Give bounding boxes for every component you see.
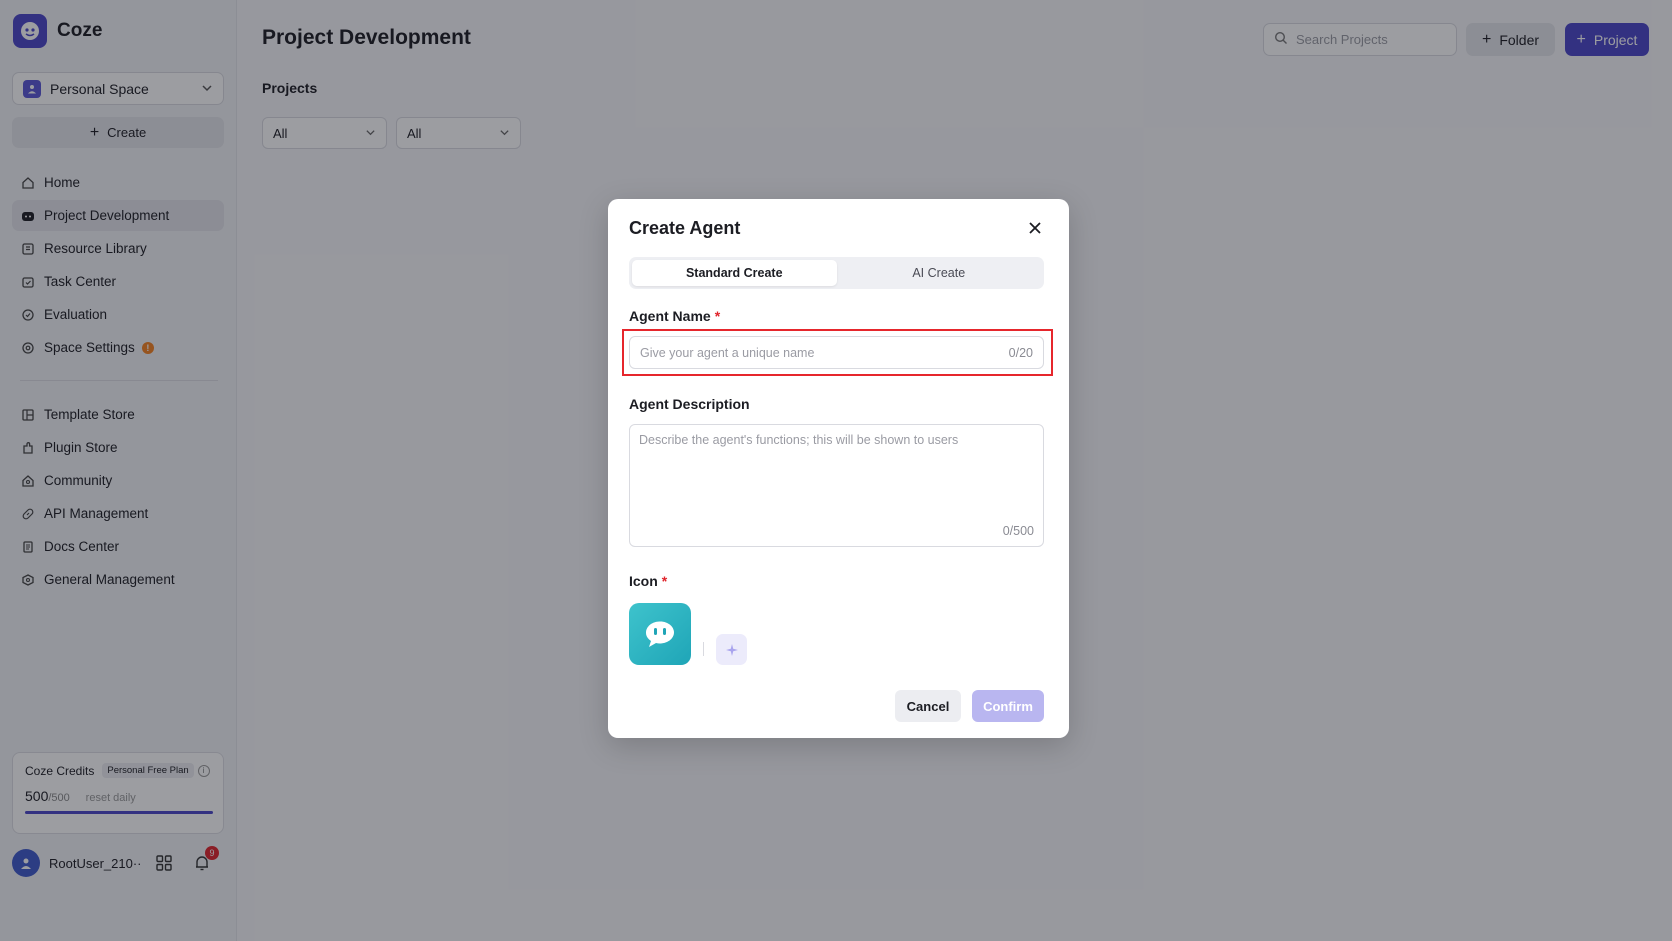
agent-description-input[interactable] bbox=[639, 433, 1034, 513]
agent-name-field[interactable]: 0/20 bbox=[629, 336, 1044, 369]
agent-description-label: Agent Description bbox=[629, 396, 750, 412]
icon-separator bbox=[703, 642, 704, 656]
agent-description-field[interactable]: 0/500 bbox=[629, 424, 1044, 547]
agent-name-label-text: Agent Name bbox=[629, 308, 711, 324]
create-mode-tabs: Standard Create AI Create bbox=[629, 257, 1044, 289]
agent-name-input[interactable] bbox=[640, 345, 1009, 360]
required-mark: * bbox=[661, 573, 668, 589]
name-char-counter: 0/20 bbox=[1008, 345, 1033, 360]
tab-ai-create[interactable]: AI Create bbox=[837, 260, 1042, 286]
cancel-button[interactable]: Cancel bbox=[895, 690, 961, 722]
icon-label-text: Icon bbox=[629, 573, 658, 589]
close-icon[interactable] bbox=[1026, 219, 1044, 237]
description-char-counter: 0/500 bbox=[1002, 524, 1034, 538]
ai-generate-icon[interactable] bbox=[716, 634, 747, 665]
dialog-title: Create Agent bbox=[629, 218, 741, 238]
icon-label: Icon * bbox=[629, 573, 667, 589]
agent-name-label: Agent Name * bbox=[629, 308, 720, 324]
tab-standard-create[interactable]: Standard Create bbox=[632, 260, 837, 286]
required-mark: * bbox=[714, 308, 721, 324]
create-agent-dialog: Create Agent Standard Create AI Create A… bbox=[608, 199, 1069, 738]
agent-avatar-icon[interactable] bbox=[629, 603, 691, 665]
confirm-button[interactable]: Confirm bbox=[972, 690, 1044, 722]
